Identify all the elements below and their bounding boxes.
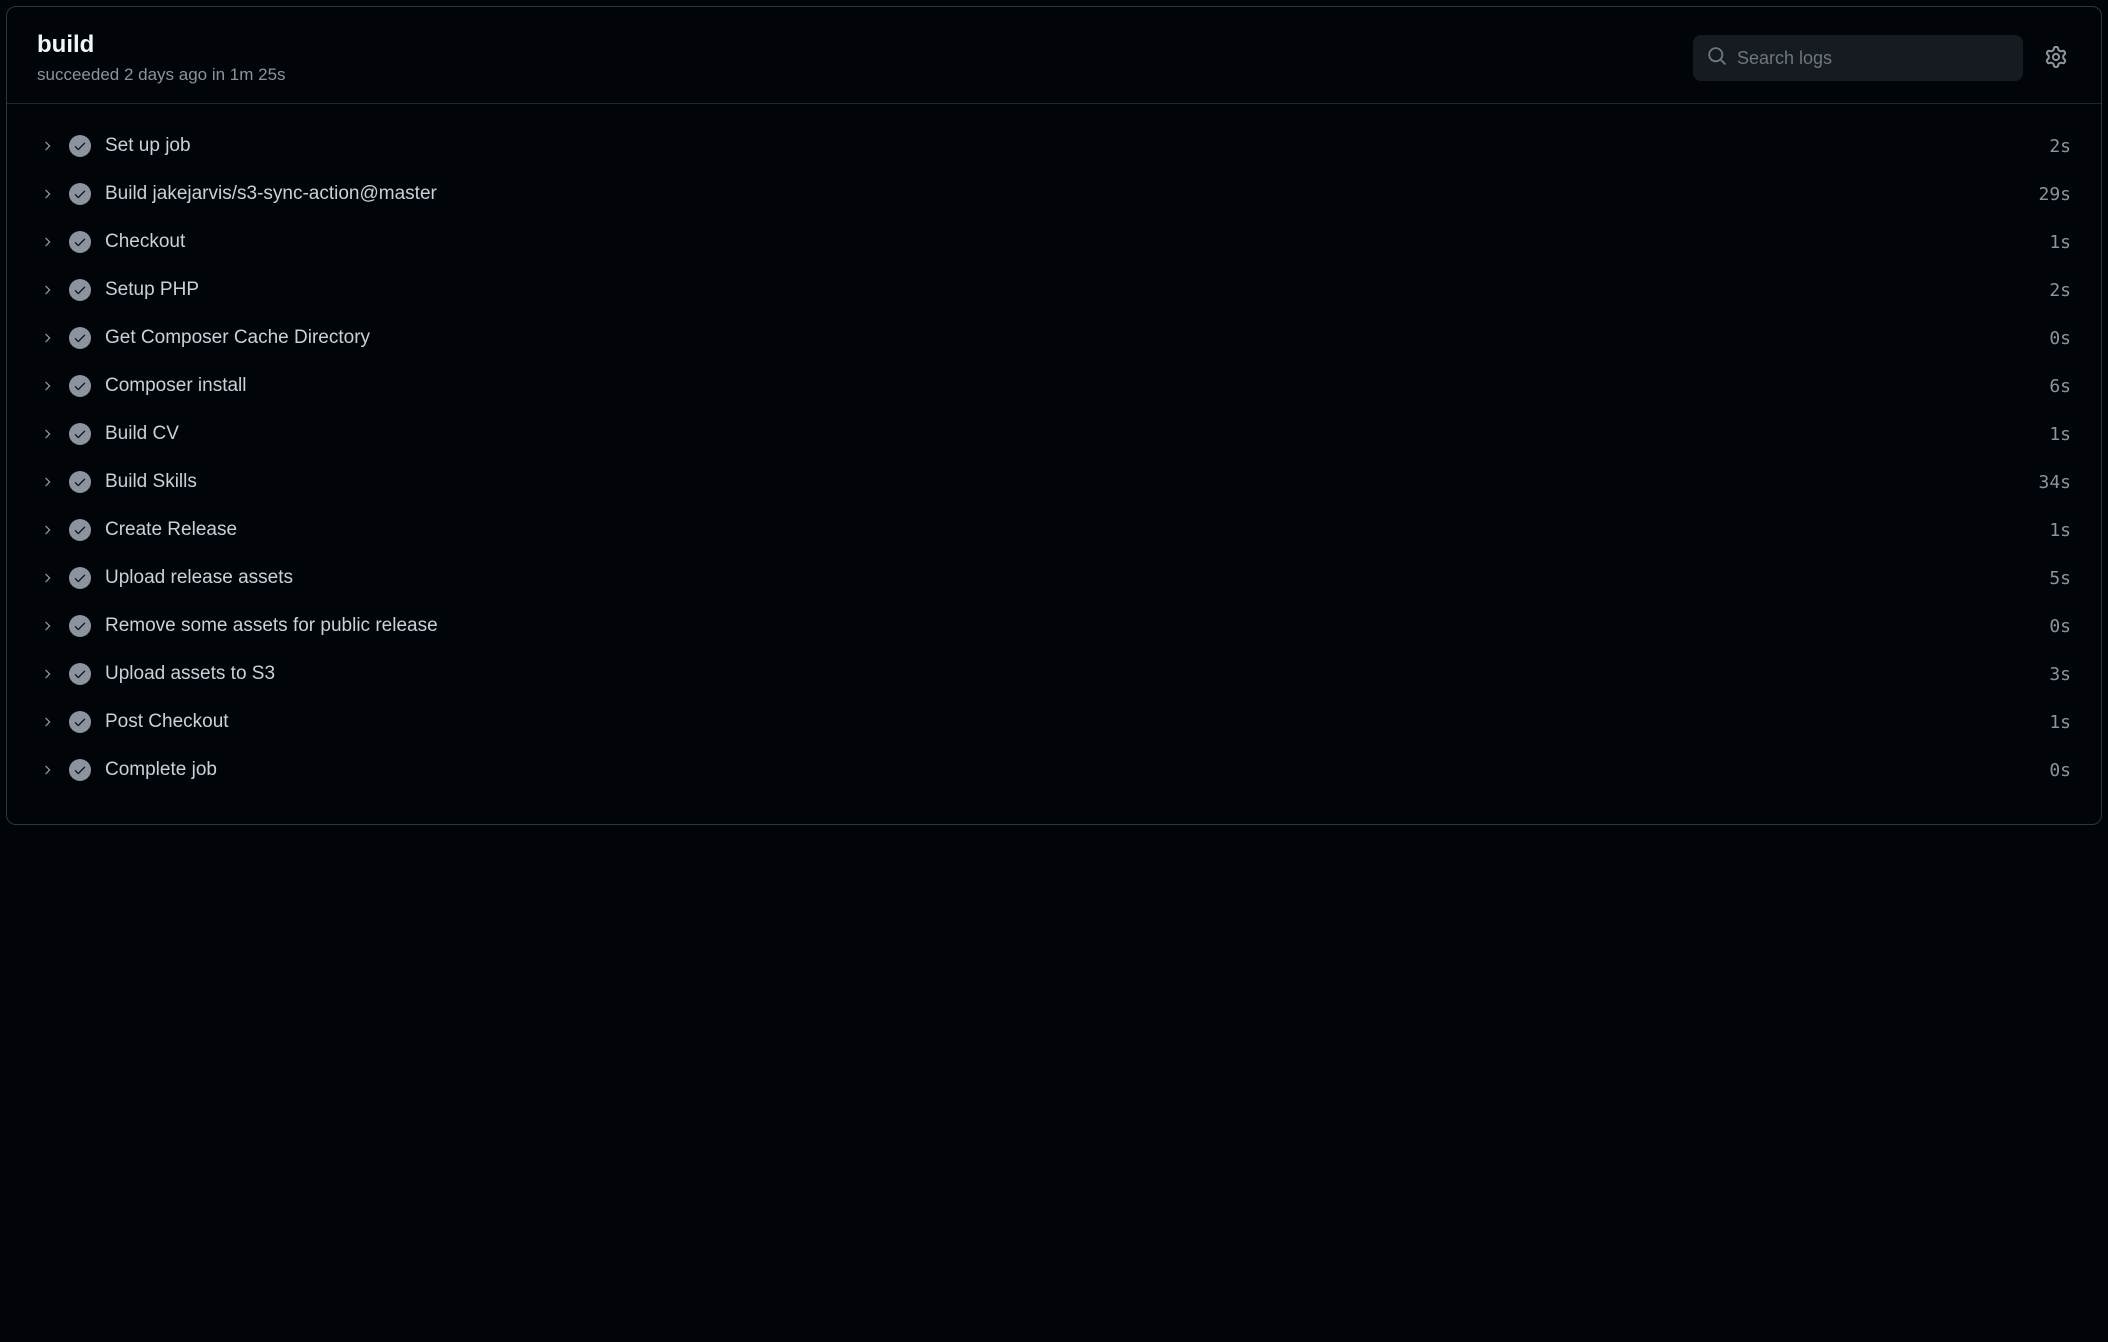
search-logs-box[interactable]: [1693, 35, 2023, 81]
step-name: Get Composer Cache Directory: [105, 327, 2049, 349]
chevron-right-icon: [37, 523, 57, 537]
chevron-right-icon: [37, 571, 57, 585]
step-duration: 0s: [2049, 328, 2071, 349]
step-duration: 1s: [2049, 232, 2071, 253]
step-name: Post Checkout: [105, 711, 2049, 733]
step-duration: 2s: [2049, 136, 2071, 157]
step-row[interactable]: Complete job0s: [37, 746, 2071, 794]
chevron-right-icon: [37, 715, 57, 729]
step-row[interactable]: Build Skills34s: [37, 458, 2071, 506]
step-row[interactable]: Build jakejarvis/s3-sync-action@master29…: [37, 170, 2071, 218]
chevron-right-icon: [37, 235, 57, 249]
step-duration: 29s: [2038, 184, 2071, 205]
step-name: Complete job: [105, 759, 2049, 781]
check-circle-icon: [69, 471, 91, 493]
step-duration: 1s: [2049, 712, 2071, 733]
step-duration: 0s: [2049, 616, 2071, 637]
chevron-right-icon: [37, 283, 57, 297]
gear-icon: [2045, 46, 2067, 71]
check-circle-icon: [69, 519, 91, 541]
chevron-right-icon: [37, 763, 57, 777]
step-row[interactable]: Build CV1s: [37, 410, 2071, 458]
chevron-right-icon: [37, 331, 57, 345]
search-logs-input[interactable]: [1737, 48, 2009, 69]
chevron-right-icon: [37, 187, 57, 201]
step-name: Set up job: [105, 135, 2049, 157]
workflow-logs-panel: build succeeded 2 days ago in 1m 25s: [6, 6, 2102, 825]
step-row[interactable]: Setup PHP2s: [37, 266, 2071, 314]
step-row[interactable]: Post Checkout1s: [37, 698, 2071, 746]
chevron-right-icon: [37, 427, 57, 441]
chevron-right-icon: [37, 475, 57, 489]
step-duration: 2s: [2049, 280, 2071, 301]
step-row[interactable]: Get Composer Cache Directory0s: [37, 314, 2071, 362]
title-group: build succeeded 2 days ago in 1m 25s: [37, 31, 286, 85]
header-actions: [1693, 35, 2071, 81]
step-row[interactable]: Composer install6s: [37, 362, 2071, 410]
search-icon: [1707, 46, 1727, 71]
check-circle-icon: [69, 759, 91, 781]
step-duration: 1s: [2049, 424, 2071, 445]
check-circle-icon: [69, 615, 91, 637]
check-circle-icon: [69, 711, 91, 733]
step-row[interactable]: Set up job2s: [37, 122, 2071, 170]
steps-list: Set up job2sBuild jakejarvis/s3-sync-act…: [7, 104, 2101, 824]
job-title: build: [37, 31, 286, 59]
step-row[interactable]: Create Release1s: [37, 506, 2071, 554]
step-row[interactable]: Remove some assets for public release0s: [37, 602, 2071, 650]
check-circle-icon: [69, 423, 91, 445]
job-status-line: succeeded 2 days ago in 1m 25s: [37, 65, 286, 85]
check-circle-icon: [69, 567, 91, 589]
step-duration: 6s: [2049, 376, 2071, 397]
step-duration: 0s: [2049, 760, 2071, 781]
step-duration: 34s: [2038, 472, 2071, 493]
step-name: Build Skills: [105, 471, 2038, 493]
check-circle-icon: [69, 231, 91, 253]
check-circle-icon: [69, 135, 91, 157]
step-name: Upload assets to S3: [105, 663, 2049, 685]
check-circle-icon: [69, 375, 91, 397]
chevron-right-icon: [37, 667, 57, 681]
chevron-right-icon: [37, 139, 57, 153]
step-duration: 5s: [2049, 568, 2071, 589]
settings-button[interactable]: [2041, 42, 2071, 75]
step-row[interactable]: Upload assets to S33s: [37, 650, 2071, 698]
check-circle-icon: [69, 327, 91, 349]
chevron-right-icon: [37, 379, 57, 393]
step-name: Upload release assets: [105, 567, 2049, 589]
step-row[interactable]: Upload release assets5s: [37, 554, 2071, 602]
step-name: Composer install: [105, 375, 2049, 397]
step-name: Build jakejarvis/s3-sync-action@master: [105, 183, 2038, 205]
check-circle-icon: [69, 663, 91, 685]
step-row[interactable]: Checkout1s: [37, 218, 2071, 266]
step-name: Remove some assets for public release: [105, 615, 2049, 637]
panel-header: build succeeded 2 days ago in 1m 25s: [7, 7, 2101, 104]
step-name: Create Release: [105, 519, 2049, 541]
step-name: Checkout: [105, 231, 2049, 253]
check-circle-icon: [69, 279, 91, 301]
check-circle-icon: [69, 183, 91, 205]
step-duration: 1s: [2049, 520, 2071, 541]
chevron-right-icon: [37, 619, 57, 633]
step-duration: 3s: [2049, 664, 2071, 685]
step-name: Build CV: [105, 423, 2049, 445]
step-name: Setup PHP: [105, 279, 2049, 301]
